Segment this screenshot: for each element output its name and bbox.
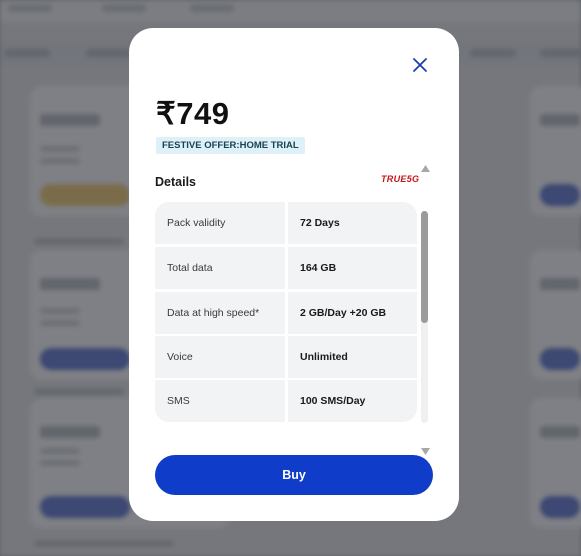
buy-button[interactable]: Buy [155,455,433,495]
details-value: 100 SMS/Day [288,380,417,422]
scroll-up-arrow-icon[interactable] [421,159,430,177]
details-value: 72 Days [288,202,417,244]
details-label: SMS [155,380,285,422]
details-label: Total data [155,247,285,289]
details-value: 2 GB/Day +20 GB [288,292,417,334]
plan-details-modal: ₹749 FESTIVE OFFER:HOME TRIAL Details TR… [129,28,459,521]
close-icon [412,57,428,78]
scrollbar-thumb[interactable] [421,211,428,323]
details-heading: Details [155,175,196,189]
true5g-logo: TRUE5G [381,174,420,184]
details-value: 164 GB [288,247,417,289]
details-value: Unlimited [288,336,417,378]
close-button[interactable] [409,56,431,78]
details-row: Pack validity 72 Days [155,202,417,244]
details-label: Data at high speed* [155,292,285,334]
details-row: Data at high speed* 2 GB/Day +20 GB [155,292,417,334]
details-row: Total data 164 GB [155,247,417,289]
details-row: SMS 100 SMS/Day [155,380,417,422]
offer-badge: FESTIVE OFFER:HOME TRIAL [156,137,305,154]
details-label: Voice [155,336,285,378]
details-table: Pack validity 72 Days Total data 164 GB … [155,202,417,422]
details-row: Voice Unlimited [155,336,417,378]
plan-price: ₹749 [156,96,230,131]
details-label: Pack validity [155,202,285,244]
